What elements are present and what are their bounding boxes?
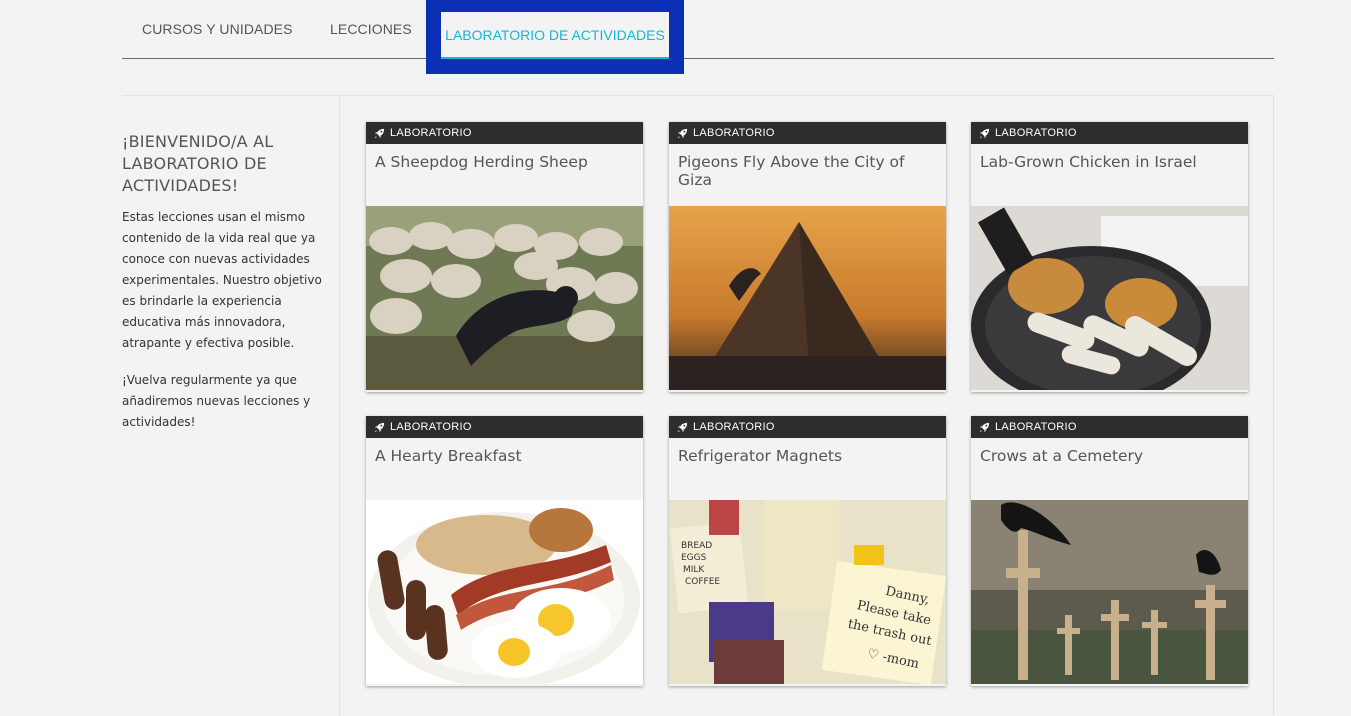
card-badge-label: LABORATORIO [995,127,1077,139]
card-badge: LABORATORIO [971,416,1248,438]
breakfast-photo [366,500,643,684]
crows-photo [971,500,1248,684]
card-badge-label: LABORATORIO [693,127,775,139]
welcome-heading: ¡BIENVENIDO/A AL LABORATORIO DE ACTIVIDA… [122,132,274,195]
card-badge: LABORATORIO [669,122,946,144]
lab-card[interactable]: LABORATORIO Lab-Grown Chicken in Israel [971,122,1248,392]
lab-card[interactable]: LABORATORIO Crows at a Cemetery [971,416,1248,686]
card-title[interactable]: Crows at a Cemetery [971,438,1248,500]
card-title[interactable]: Pigeons Fly Above the City of Giza [669,144,946,206]
magnets-photo: BREAD EGGS MILK COFFEE Danny, Please tak… [669,500,946,684]
card-badge-label: LABORATORIO [693,421,775,433]
card-title[interactable]: Refrigerator Magnets [669,438,946,500]
pyramid-photo [669,206,946,390]
sheepdog-photo [366,206,643,390]
sidebar: ¡BIENVENIDO/A AL LABORATORIO DE ACTIVIDA… [122,96,340,716]
card-badge: LABORATORIO [366,122,643,144]
card-title[interactable]: Lab-Grown Chicken in Israel [971,144,1248,206]
lab-card[interactable]: LABORATORIO Pigeons Fly Above the City o… [669,122,946,392]
card-badge-label: LABORATORIO [390,127,472,139]
rocket-icon [374,422,385,432]
lab-card[interactable]: LABORATORIO Refrigerator Magnets BREAD E… [669,416,946,686]
rocket-icon [979,128,990,138]
main-panel: ¡BIENVENIDO/A AL LABORATORIO DE ACTIVIDA… [122,95,1274,716]
card-badge: LABORATORIO [971,122,1248,144]
lab-card[interactable]: LABORATORIO A Sheepdog Herding Sheep [366,122,643,392]
card-badge: LABORATORIO [669,416,946,438]
card-title[interactable]: A Hearty Breakfast [366,438,643,500]
rocket-icon [677,422,688,432]
shopping-list-item: COFFEE [685,577,720,587]
return-paragraph: ¡Vuelva regularmente ya que añadiremos n… [122,373,311,429]
shopping-list-item: MILK [683,565,705,575]
lab-card[interactable]: LABORATORIO A Hearty Breakfast [366,416,643,686]
tab-lessons[interactable]: LECCIONES [330,0,412,58]
intro-paragraph: Estas lecciones usan el mismo contenido … [122,210,322,350]
card-title[interactable]: A Sheepdog Herding Sheep [366,144,643,206]
tab-bar: CURSOS Y UNIDADES LECCIONES LABORATORIO … [122,0,1274,74]
tab-courses-and-units[interactable]: CURSOS Y UNIDADES [142,0,293,58]
shopping-list-item: BREAD [681,541,712,551]
card-badge-label: LABORATORIO [995,421,1077,433]
rocket-icon [374,128,385,138]
tab-activity-lab[interactable]: LABORATORIO DE ACTIVIDADES [441,12,669,59]
tab-highlight-frame: LABORATORIO DE ACTIVIDADES [426,0,684,74]
card-badge-label: LABORATORIO [390,421,472,433]
rocket-icon [677,128,688,138]
chicken-photo [971,206,1248,390]
rocket-icon [979,422,990,432]
card-badge: LABORATORIO [366,416,643,438]
shopping-list-item: EGGS [681,553,707,563]
